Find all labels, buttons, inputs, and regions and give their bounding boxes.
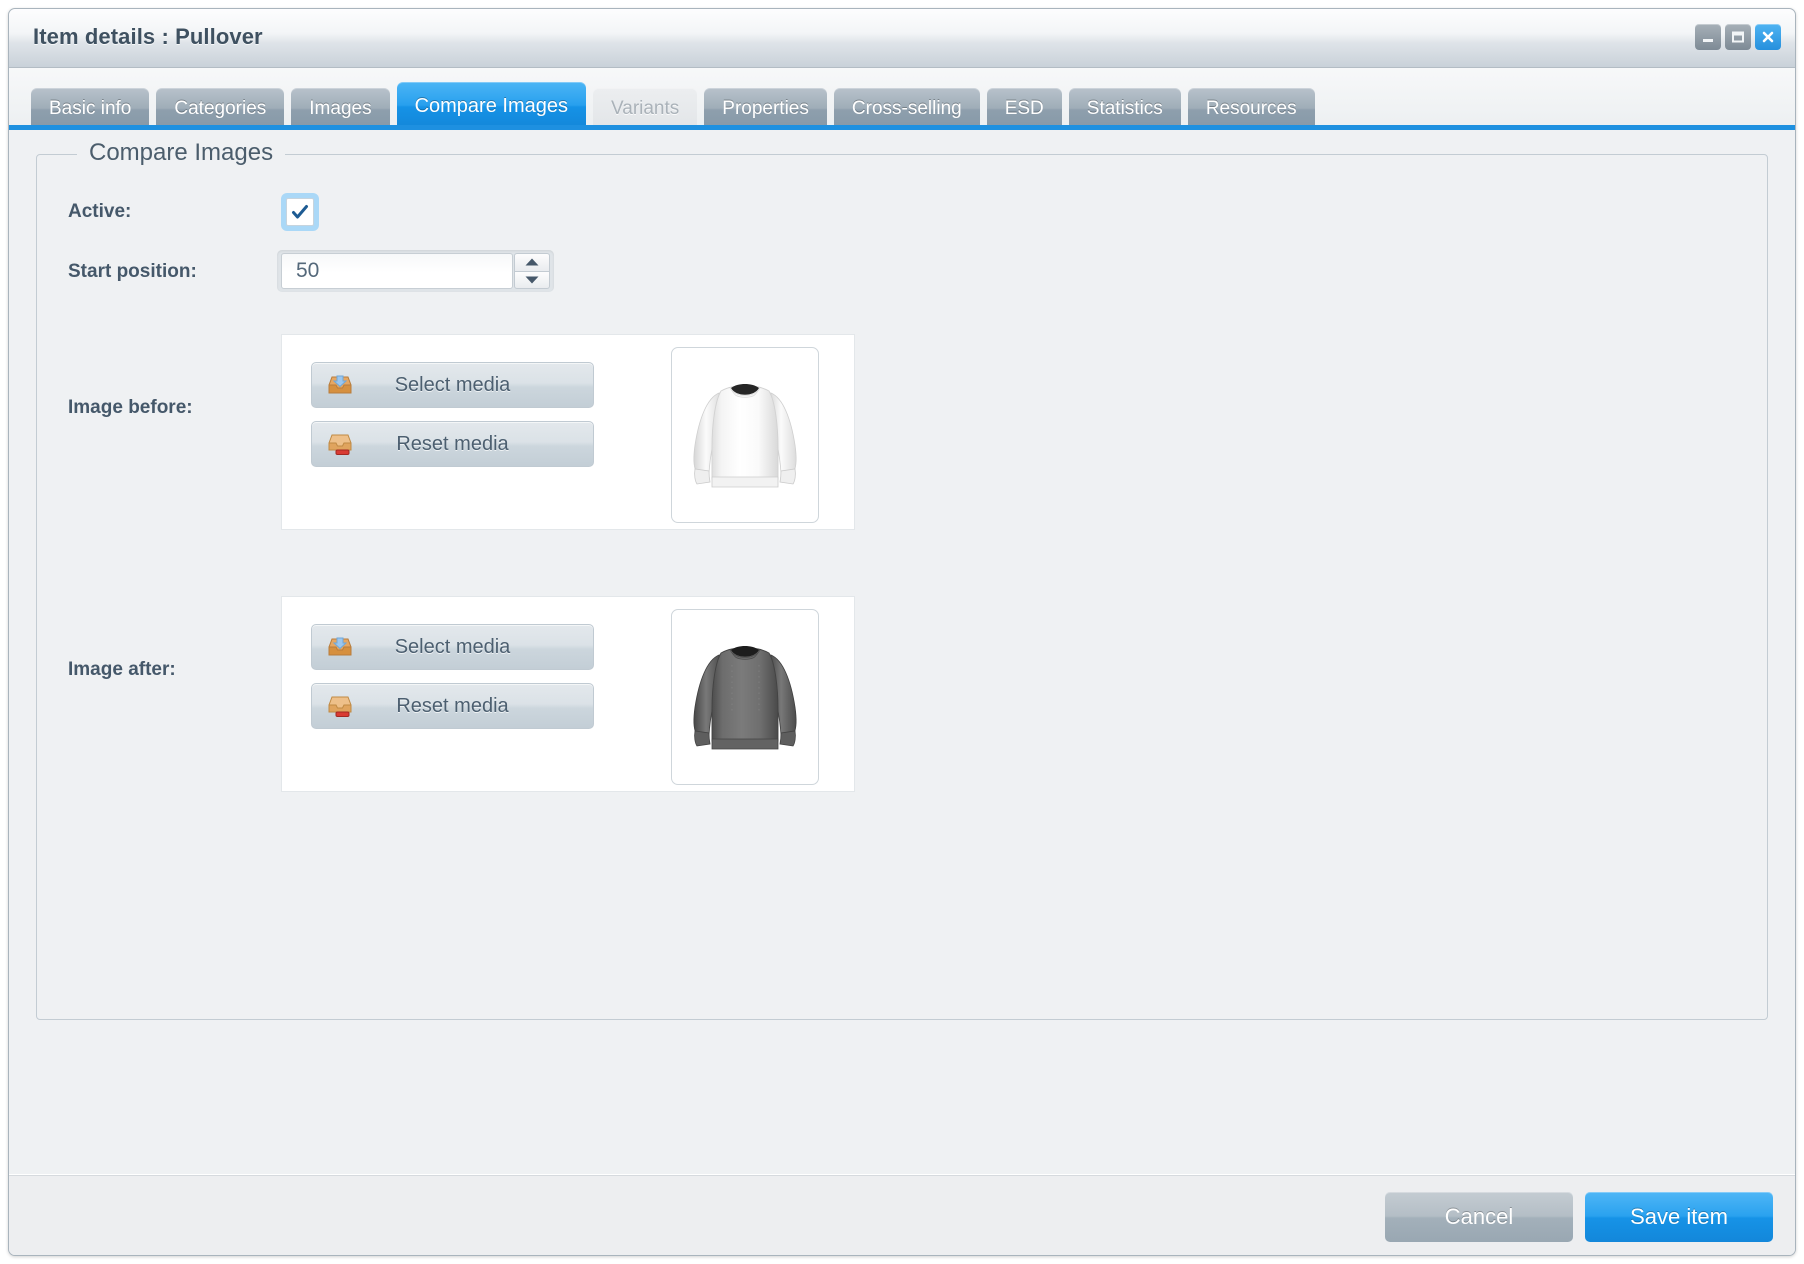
tab-label: ESD <box>1004 98 1044 119</box>
tab-bar: Basic info Categories Images Compare Ima… <box>9 68 1795 130</box>
tab-variants: Variants <box>592 88 698 130</box>
tab-esd[interactable]: ESD <box>986 88 1062 130</box>
active-label: Active: <box>68 201 132 222</box>
tab-label: Properties <box>722 98 809 119</box>
tab-images[interactable]: Images <box>291 88 390 130</box>
tab-resources[interactable]: Resources <box>1187 88 1315 130</box>
start-position-decrement-button[interactable] <box>514 270 550 289</box>
close-button[interactable] <box>1755 24 1781 50</box>
start-position-increment-button[interactable] <box>514 253 550 271</box>
tab-label: Statistics <box>1086 98 1163 119</box>
start-position-spinner: 50 <box>277 250 554 292</box>
close-icon <box>1762 31 1774 43</box>
active-checkbox-box <box>286 198 314 226</box>
white-pullover-thumbnail <box>693 384 797 488</box>
tab-statistics[interactable]: Statistics <box>1068 88 1181 130</box>
window-title: Item details : Pullover <box>33 24 263 49</box>
compare-images-form: Active: Start position: 50 Image before:… <box>68 187 1757 793</box>
maximize-icon <box>1732 31 1744 43</box>
tab-label: Images <box>309 98 372 119</box>
window-controls <box>1695 24 1781 50</box>
image-before-reset-media-button[interactable]: Reset media <box>311 421 594 467</box>
minimize-button[interactable] <box>1695 24 1721 50</box>
field-row-image-before: Image before: Select media Reset media <box>68 311 1757 573</box>
tab-label: Variants <box>610 98 680 119</box>
fieldset-legend: Compare Images <box>77 139 286 167</box>
save-item-button[interactable]: Save item <box>1585 1192 1773 1242</box>
field-row-image-after: Image after: Select media Reset media <box>68 573 1757 793</box>
checkmark-icon <box>292 205 308 219</box>
window-titlebar: Item details : Pullover <box>9 9 1795 68</box>
image-before-thumbnail[interactable] <box>671 347 819 523</box>
image-after-media-panel: Select media Reset media <box>281 596 855 792</box>
inbox-tray-in-icon <box>326 373 354 397</box>
inbox-tray-delete-icon <box>326 432 354 456</box>
start-position-stepper <box>514 253 550 289</box>
image-after-select-media-label: Select media <box>394 635 511 658</box>
footer-button-group: Cancel Save item <box>1385 1192 1773 1242</box>
image-before-select-media-label: Select media <box>394 373 511 396</box>
tab-label: Compare Images <box>414 94 568 117</box>
tab-label: Resources <box>1205 98 1297 119</box>
tab-label: Basic info <box>49 98 132 119</box>
image-before-media-panel: Select media Reset media <box>281 334 855 530</box>
compare-images-fieldset: Compare Images Active: Start position: 5… <box>36 139 1768 1020</box>
tab-label: Categories <box>174 98 267 119</box>
triangle-down-icon <box>525 276 539 284</box>
tab-content-compare-images: Compare Images Active: Start position: 5… <box>9 130 1795 1180</box>
image-after-reset-media-button[interactable]: Reset media <box>311 683 594 729</box>
field-row-active: Active: <box>68 187 1757 239</box>
maximize-button[interactable] <box>1725 24 1751 50</box>
dark-grey-pullover-thumbnail <box>693 646 797 750</box>
tab-label: Cross-selling <box>851 98 962 119</box>
tab-basic-info[interactable]: Basic info <box>31 88 150 130</box>
inbox-tray-in-icon <box>326 635 354 659</box>
triangle-up-icon <box>525 258 539 266</box>
image-after-label: Image after: <box>68 659 176 680</box>
image-after-reset-media-label: Reset media <box>396 694 509 717</box>
item-details-window: Item details : Pullover Basic info Categ… <box>8 8 1796 1256</box>
inbox-tray-delete-icon <box>326 694 354 718</box>
tab-list: Basic info Categories Images Compare Ima… <box>31 82 1315 130</box>
image-after-thumbnail[interactable] <box>671 609 819 785</box>
start-position-label: Start position: <box>68 261 197 282</box>
cancel-button[interactable]: Cancel <box>1385 1192 1573 1242</box>
tab-properties[interactable]: Properties <box>704 88 827 130</box>
active-checkbox[interactable] <box>281 193 319 231</box>
image-after-select-media-button[interactable]: Select media <box>311 624 594 670</box>
field-row-start-position: Start position: 50 <box>68 239 1757 311</box>
start-position-input[interactable]: 50 <box>281 253 513 289</box>
minimize-icon <box>1703 39 1713 42</box>
image-before-select-media-button[interactable]: Select media <box>311 362 594 408</box>
image-before-label: Image before: <box>68 397 193 418</box>
tab-compare-images[interactable]: Compare Images <box>396 82 586 130</box>
tab-categories[interactable]: Categories <box>156 88 285 130</box>
dialog-footer: Cancel Save item <box>9 1174 1795 1255</box>
tab-cross-selling[interactable]: Cross-selling <box>833 88 980 130</box>
image-before-reset-media-label: Reset media <box>396 432 509 455</box>
